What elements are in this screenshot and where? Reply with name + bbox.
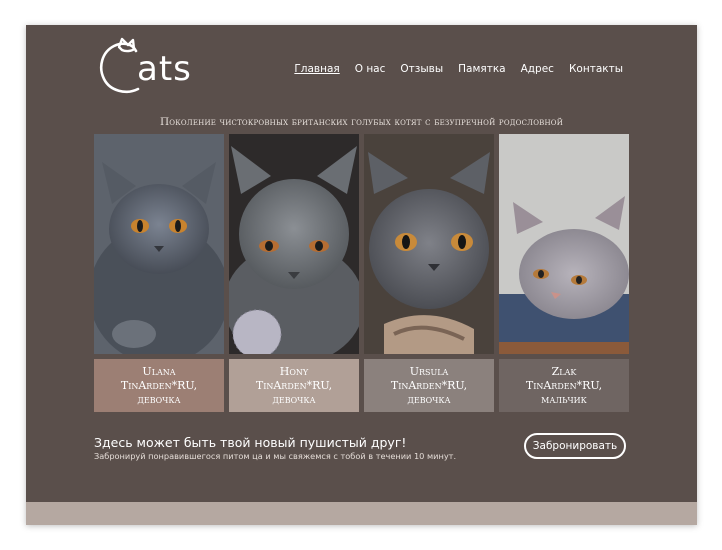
- nav-item-contacts[interactable]: Контакты: [569, 63, 623, 75]
- kitten-cattery: TinArden*RU,: [255, 378, 333, 392]
- kitten-name: Ursula: [409, 364, 449, 378]
- cta-subtitle: Забронируй понравившегося питом ца и мы …: [94, 451, 457, 461]
- kitten-cattery: TinArden*RU,: [525, 378, 603, 392]
- kitten-gender: мальчик: [541, 392, 587, 406]
- kitten-cattery: TinArden*RU,: [390, 378, 468, 392]
- logo-text: ats: [137, 49, 192, 89]
- kitten-card-hony[interactable]: Hony TinArden*RU, девочка: [229, 134, 359, 412]
- tagline: Поколение чистокровных британских голубы…: [159, 116, 564, 128]
- footer-strip: [26, 502, 697, 525]
- kitten-card-ursula[interactable]: Ursula TinArden*RU, девочка: [364, 134, 494, 412]
- kitten-photo[interactable]: [229, 134, 359, 354]
- kitten-caption: Zlak TinArden*RU, мальчик: [499, 359, 629, 412]
- kitten-name: Zlak: [551, 364, 577, 378]
- kitten-photo[interactable]: [364, 134, 494, 354]
- cats-logo[interactable]: ats: [92, 37, 216, 99]
- kitten-gender: девочка: [272, 392, 316, 406]
- kitten-photo[interactable]: [499, 134, 629, 354]
- nav-item-home[interactable]: Главная: [294, 63, 339, 75]
- nav-item-reviews[interactable]: Отзывы: [400, 63, 443, 75]
- nav-item-address[interactable]: Адрес: [521, 63, 554, 75]
- kitten-caption: Ulana TinArden*RU, девочка: [94, 359, 224, 412]
- kitten-card-zlak[interactable]: Zlak TinArden*RU, мальчик: [499, 134, 629, 412]
- book-button[interactable]: Забронировать: [524, 433, 626, 459]
- kitten-cards: Ulana TinArden*RU, девочка Hony TinArden…: [94, 134, 629, 412]
- kitten-caption: Ursula TinArden*RU, девочка: [364, 359, 494, 412]
- nav-item-about[interactable]: О нас: [355, 63, 386, 75]
- main-nav: Главная О нас Отзывы Памятка Адрес Конта…: [294, 63, 623, 75]
- kitten-name: Ulana: [142, 364, 176, 378]
- kitten-caption: Hony TinArden*RU, девочка: [229, 359, 359, 412]
- kitten-card-ulana[interactable]: Ulana TinArden*RU, девочка: [94, 134, 224, 412]
- page-frame: ats Главная О нас Отзывы Памятка Адрес К…: [26, 25, 697, 525]
- kitten-name: Hony: [279, 364, 309, 378]
- kitten-photo[interactable]: [94, 134, 224, 354]
- nav-item-memo[interactable]: Памятка: [458, 63, 505, 75]
- kitten-gender: девочка: [137, 392, 181, 406]
- cta-title: Здесь может быть твой новый пушистый дру…: [94, 435, 407, 450]
- kitten-gender: девочка: [407, 392, 451, 406]
- kitten-cattery: TinArden*RU,: [120, 378, 198, 392]
